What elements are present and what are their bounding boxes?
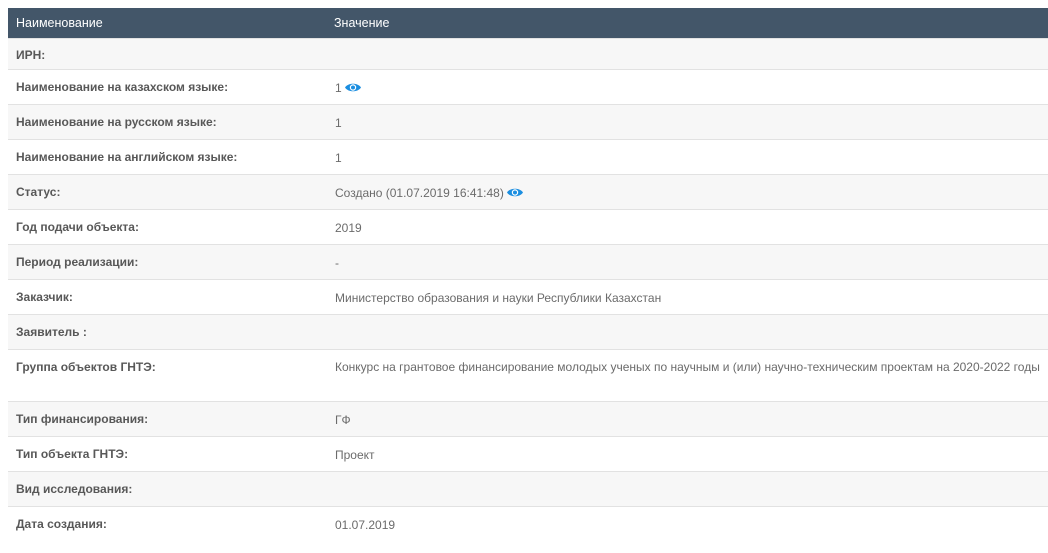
row-value: 1	[326, 138, 1048, 174]
row-label: Дата создания:	[8, 505, 326, 536]
row-value: Создано (01.07.2019 16:41:48)	[335, 185, 504, 200]
table-header-row: Наименование Значение	[8, 8, 1048, 38]
row-value: Конкурс на грантовое финансирование моло…	[326, 348, 1048, 401]
row-value: 1	[335, 80, 342, 95]
row-label: Год подачи объекта:	[8, 208, 326, 244]
row-label: Заявитель :	[8, 313, 326, 349]
row-label: Группа объектов ГНТЭ:	[8, 348, 326, 401]
row-creation-date: Дата создания: 01.07.2019	[8, 505, 1048, 536]
row-name-russian: Наименование на русском языке: 1	[8, 103, 1048, 139]
row-value: -	[326, 243, 1048, 279]
row-implementation-period: Период реализации: -	[8, 243, 1048, 279]
row-applicant: Заявитель :	[8, 313, 1048, 349]
column-header-value: Значение	[326, 8, 1048, 38]
details-table-container: Наименование Значение ИРН: Наименование …	[8, 8, 1048, 536]
row-value: Проект	[326, 435, 1048, 471]
row-label: Наименование на русском языке:	[8, 103, 326, 139]
row-value	[326, 37, 1048, 69]
row-label: Заказчик:	[8, 278, 326, 314]
row-value: ГФ	[326, 400, 1048, 436]
row-label: Статус:	[8, 173, 326, 209]
row-value-cell: 1	[326, 68, 1048, 104]
row-value: 01.07.2019	[326, 505, 1048, 536]
row-object-group: Группа объектов ГНТЭ: Конкурс на грантов…	[8, 348, 1048, 401]
row-value-cell: Создано (01.07.2019 16:41:48)	[326, 173, 1048, 209]
row-label: Тип финансирования:	[8, 400, 326, 436]
row-value: Министерство образования и науки Республ…	[326, 278, 1048, 314]
row-financing-type: Тип финансирования: ГФ	[8, 400, 1048, 436]
row-object-type: Тип объекта ГНТЭ: Проект	[8, 435, 1048, 471]
row-value: 1	[326, 103, 1048, 139]
row-customer: Заказчик: Министерство образования и нау…	[8, 278, 1048, 314]
row-label: Тип объекта ГНТЭ:	[8, 435, 326, 471]
row-name-english: Наименование на английском языке: 1	[8, 138, 1048, 174]
column-header-name: Наименование	[8, 8, 326, 38]
eye-icon[interactable]	[344, 81, 362, 94]
row-status: Статус: Создано (01.07.2019 16:41:48)	[8, 173, 1048, 209]
row-label: Период реализации:	[8, 243, 326, 279]
row-value	[326, 470, 1048, 506]
row-label: Вид исследования:	[8, 470, 326, 506]
row-submission-year: Год подачи объекта: 2019	[8, 208, 1048, 244]
row-label: Наименование на казахском языке:	[8, 68, 326, 104]
object-details-table: Наименование Значение ИРН: Наименование …	[8, 8, 1048, 536]
row-research-type: Вид исследования:	[8, 470, 1048, 506]
row-value	[326, 313, 1048, 349]
row-value: 2019	[326, 208, 1048, 244]
row-irn: ИРН:	[8, 37, 1048, 69]
row-label: ИРН:	[8, 37, 326, 69]
row-name-kazakh: Наименование на казахском языке: 1	[8, 68, 1048, 104]
row-label: Наименование на английском языке:	[8, 138, 326, 174]
eye-icon[interactable]	[506, 186, 524, 199]
